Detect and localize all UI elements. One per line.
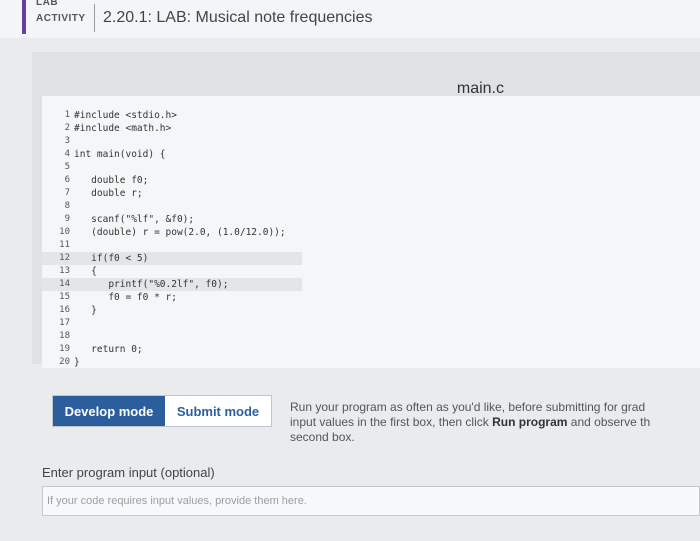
code-line[interactable]: f0 = f0 * r;: [74, 291, 177, 304]
line-number: 1: [64, 110, 70, 120]
run-program-mention: Run program: [492, 415, 568, 429]
code-line[interactable]: if(f0 < 5): [74, 252, 148, 265]
line-number: 15: [59, 292, 70, 302]
line-number: 11: [59, 240, 70, 250]
line-number: 14: [59, 279, 70, 289]
code-line[interactable]: (double) r = pow(2.0, (1.0/12.0));: [74, 226, 285, 239]
code-line[interactable]: #include <stdio.h>: [74, 109, 177, 122]
code-line[interactable]: }: [74, 304, 97, 317]
run-instructions-text: input values in the first box, then clic…: [290, 415, 493, 429]
line-number: 7: [64, 188, 70, 198]
tag-activity-text: ACTIVITY: [36, 13, 86, 24]
line-number: 6: [64, 175, 70, 185]
code-line[interactable]: printf("%0.2lf", f0);: [74, 278, 228, 291]
code-line[interactable]: double f0;: [74, 174, 148, 187]
header-divider: [94, 4, 95, 32]
develop-mode-button[interactable]: Develop mode: [53, 396, 165, 426]
program-input-field[interactable]: [42, 486, 700, 516]
line-number: 12: [59, 253, 70, 263]
mode-toggle: Develop mode Submit mode: [52, 395, 272, 427]
line-number: 16: [59, 305, 70, 315]
code-line[interactable]: }: [74, 356, 80, 369]
code-line[interactable]: return 0;: [74, 343, 142, 356]
line-number: 20: [59, 357, 70, 367]
run-instructions-line2: input values in the first box, then clic…: [290, 415, 700, 430]
lab-activity-tag: LAB ACTIVITY: [22, 0, 92, 34]
code-editor[interactable]: 1 #include <stdio.h> 2 #include <math.h> 3 4 i…: [42, 96, 700, 368]
line-number: 8: [64, 201, 70, 211]
code-line[interactable]: scanf("%lf", &f0);: [74, 213, 194, 226]
line-number: 13: [59, 266, 70, 276]
program-input-label: Enter program input (optional): [42, 465, 215, 480]
lab-title: 2.20.1: LAB: Musical note frequencies: [103, 9, 373, 26]
code-line[interactable]: #include <math.h>: [74, 122, 171, 135]
line-number: 19: [59, 344, 70, 354]
code-line[interactable]: double r;: [74, 187, 142, 200]
line-number: 17: [59, 318, 70, 328]
submit-mode-button[interactable]: Submit mode: [165, 396, 271, 426]
line-number: 10: [59, 227, 70, 237]
line-number: 18: [59, 331, 70, 341]
line-number: 2: [64, 123, 70, 133]
run-instructions-line3: second box.: [290, 430, 355, 444]
run-instructions: Run your program as often as you'd like,…: [290, 400, 700, 445]
lab-header: LAB ACTIVITY 2.20.1: LAB: Musical note f…: [0, 0, 700, 38]
code-line[interactable]: {: [74, 265, 97, 278]
code-line[interactable]: int main(void) {: [74, 148, 166, 161]
tag-lab-text: LAB: [36, 0, 59, 8]
line-number: 4: [64, 149, 70, 159]
line-number: 9: [64, 214, 70, 224]
run-instructions-line1: Run your program as often as you'd like,…: [290, 400, 646, 414]
line-number: 3: [64, 136, 70, 146]
line-number: 5: [64, 162, 70, 172]
run-instructions-text: and observe th: [567, 415, 651, 429]
